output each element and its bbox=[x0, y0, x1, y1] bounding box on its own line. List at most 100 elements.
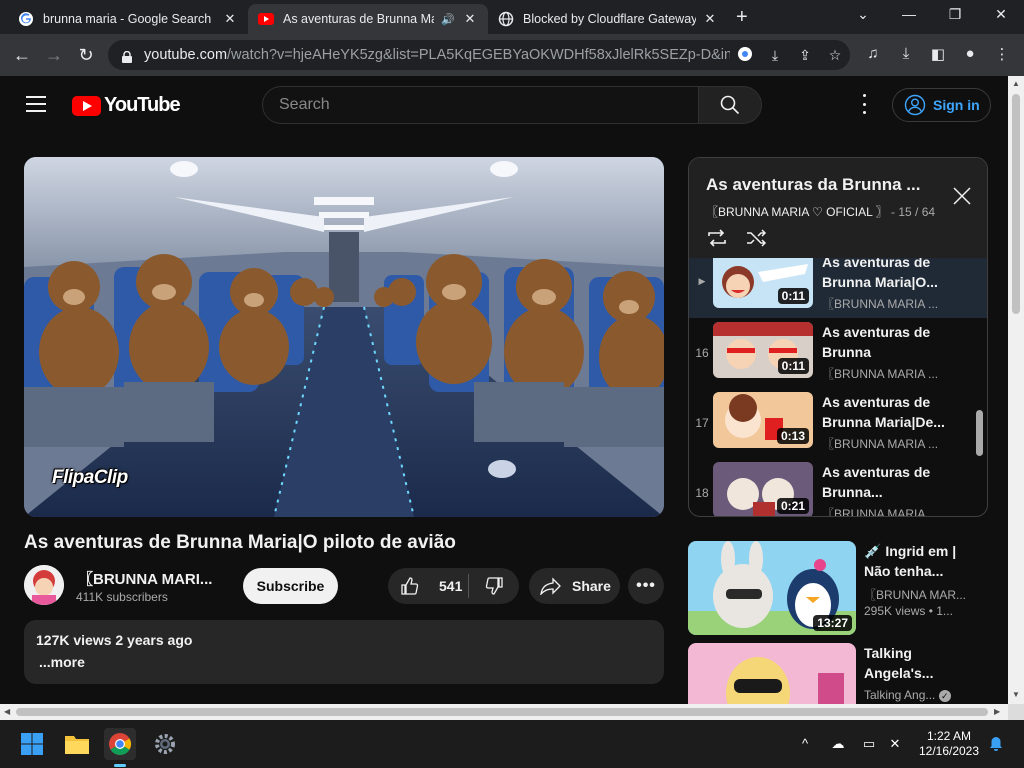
show-hidden-icons-chevron[interactable]: ^ bbox=[796, 736, 814, 754]
url-host: youtube.com bbox=[144, 47, 228, 63]
playlist-position: - 15 / 64 bbox=[891, 205, 936, 219]
forward-icon[interactable]: → bbox=[38, 45, 70, 66]
share-button[interactable]: Share bbox=[529, 568, 620, 604]
playlist-item-number: 17 bbox=[695, 416, 709, 430]
tab-title: As aventuras de Brunna Mari bbox=[283, 12, 434, 26]
share-arrow-icon bbox=[540, 577, 561, 595]
globe-icon bbox=[498, 11, 514, 27]
video-player[interactable]: FlipaClip bbox=[24, 157, 664, 517]
lock-icon bbox=[122, 50, 132, 63]
restore-icon[interactable]: ❐ bbox=[932, 0, 978, 30]
scroll-up-arrow-icon[interactable]: ▲ bbox=[1012, 79, 1020, 88]
close-window-icon[interactable]: ✕ bbox=[978, 0, 1024, 30]
reload-icon[interactable]: ↻ bbox=[70, 45, 102, 66]
file-explorer-icon[interactable] bbox=[61, 728, 93, 760]
close-tab-icon[interactable]: ✕ bbox=[702, 11, 718, 27]
video-thumbnail: 0:11 bbox=[713, 258, 813, 308]
page-horizontal-scrollbar[interactable]: ◀ ▶ bbox=[0, 704, 1008, 720]
playlist-panel: As aventuras da Brunna ... 〖BRUNNA MARIA… bbox=[688, 157, 988, 517]
install-app-icon[interactable]: ⤓ bbox=[760, 47, 790, 64]
google-lens-icon[interactable] bbox=[730, 46, 760, 65]
tab-search-icon[interactable]: ⌄ bbox=[840, 0, 886, 30]
search-button[interactable] bbox=[698, 86, 762, 124]
subscribe-button[interactable]: Subscribe bbox=[243, 568, 338, 604]
views-and-date: 127K views 2 years ago bbox=[36, 632, 193, 648]
settings-gear-icon[interactable] bbox=[149, 728, 181, 760]
menu-icon[interactable] bbox=[26, 96, 46, 112]
search-icon bbox=[720, 95, 740, 115]
playlist-scrollbar[interactable] bbox=[976, 410, 983, 456]
recommended-video[interactable]: 13:27 💉 Ingrid em | Não tenha... 〖BRUNNA… bbox=[688, 541, 998, 637]
playlist-item-channel: 〖BRUNNA MARIA ... bbox=[822, 507, 939, 517]
back-icon[interactable]: ← bbox=[6, 45, 38, 66]
media-control-icon[interactable]: ♫ bbox=[859, 45, 887, 62]
recommended-video[interactable]: Talking Angela's... Talking Ang... ✓ bbox=[688, 643, 998, 704]
verified-icon: ✓ bbox=[938, 690, 951, 702]
cloud-offline-icon[interactable]: ☁ bbox=[829, 736, 847, 754]
settings-more-icon[interactable] bbox=[858, 94, 870, 114]
playlist-item[interactable]: 16 0:11 As aventuras de Brunna Maria|Bri… bbox=[689, 318, 987, 388]
vertical-scroll-thumb[interactable] bbox=[1012, 94, 1020, 314]
system-clock[interactable]: 1:22 AM 12/16/2023 bbox=[914, 729, 984, 759]
now-playing-icon: ▶ bbox=[698, 276, 706, 286]
page-vertical-scrollbar[interactable]: ▲ ▼ bbox=[1008, 76, 1024, 704]
sign-in-label: Sign in bbox=[933, 97, 980, 113]
scroll-down-arrow-icon[interactable]: ▼ bbox=[1012, 690, 1020, 699]
sign-in-button[interactable]: Sign in bbox=[892, 88, 991, 122]
profile-icon[interactable]: ● bbox=[956, 45, 984, 62]
share-page-icon[interactable]: ⇪ bbox=[790, 47, 820, 64]
close-playlist-icon[interactable] bbox=[951, 185, 973, 207]
speaker-icon[interactable]: 🔊 bbox=[440, 13, 456, 26]
channel-name[interactable]: 〖BRUNNA MARI... bbox=[78, 568, 218, 589]
new-tab-icon[interactable]: + bbox=[736, 6, 748, 29]
playlist-items: ▶ 0:11 As aventuras de Brunna Maria|O...… bbox=[689, 258, 987, 517]
playlist-channel[interactable]: 〖BRUNNA MARIA ♡ OFICIAL 〗 bbox=[706, 205, 888, 219]
scroll-right-arrow-icon[interactable]: ▶ bbox=[994, 707, 1000, 716]
bookmark-star-icon[interactable]: ☆ bbox=[820, 47, 850, 64]
notification-bell-icon[interactable] bbox=[987, 736, 1005, 754]
chrome-taskbar-icon[interactable] bbox=[104, 728, 136, 760]
downloads-icon[interactable]: ⤓ bbox=[892, 45, 920, 62]
description-box[interactable]: 127K views 2 years ago ...more bbox=[24, 620, 664, 684]
network-icon[interactable]: ▭ bbox=[860, 736, 878, 754]
playlist-item-number: 18 bbox=[695, 486, 709, 500]
channel-avatar[interactable] bbox=[24, 565, 64, 605]
video-thumbnail: 13:27 bbox=[688, 541, 856, 635]
search-input[interactable]: Search bbox=[262, 86, 698, 124]
flipaclip-watermark: FlipaClip bbox=[52, 467, 128, 488]
close-tab-icon[interactable]: ✕ bbox=[222, 11, 238, 27]
playlist-item-title: As aventuras de Brunna Maria|Briga... bbox=[822, 324, 931, 360]
tab-youtube[interactable]: As aventuras de Brunna Mari 🔊 ✕ bbox=[248, 4, 488, 34]
close-tab-icon[interactable]: ✕ bbox=[462, 11, 478, 27]
playlist-item-title: As aventuras de Brunna Maria|De... bbox=[822, 394, 945, 430]
thumbs-down-icon bbox=[485, 577, 503, 595]
playlist-item[interactable]: 18 0:21 As aventuras de Brunna... 〖BRUNN… bbox=[689, 458, 987, 517]
address-bar[interactable]: youtube.com/watch?v=hjeAHeYK5zg&list=PLA… bbox=[108, 40, 850, 70]
duration-badge: 0:21 bbox=[776, 498, 809, 514]
loop-playlist-icon[interactable] bbox=[705, 228, 729, 248]
playlist-title[interactable]: As aventuras da Brunna ... bbox=[706, 175, 934, 195]
subscriber-count: 411K subscribers bbox=[76, 590, 168, 604]
side-panel-icon[interactable]: ◧ bbox=[924, 45, 952, 63]
playlist-item[interactable]: 17 0:13 As aventuras de Brunna Maria|De.… bbox=[689, 388, 987, 458]
google-icon bbox=[18, 11, 34, 27]
scroll-left-arrow-icon[interactable]: ◀ bbox=[4, 707, 10, 716]
minimize-icon[interactable]: — bbox=[886, 0, 932, 30]
more-actions-button[interactable]: ••• bbox=[628, 568, 664, 604]
youtube-logo[interactable]: YouTube bbox=[72, 94, 181, 117]
like-button[interactable]: 541 bbox=[388, 568, 468, 604]
playlist-item-current[interactable]: ▶ 0:11 As aventuras de Brunna Maria|O...… bbox=[689, 258, 987, 318]
duration-badge: 0:11 bbox=[777, 288, 809, 304]
volume-muted-icon[interactable]: ✕ bbox=[886, 736, 904, 754]
horizontal-scroll-thumb[interactable] bbox=[16, 708, 988, 716]
share-label: Share bbox=[572, 578, 611, 594]
video-thumbnail bbox=[688, 643, 856, 704]
show-more-link[interactable]: ...more bbox=[39, 654, 652, 670]
chrome-menu-icon[interactable]: ⋮ bbox=[988, 45, 1016, 63]
tab-google-search[interactable]: brunna maria - Google Search ✕ bbox=[8, 4, 248, 34]
dislike-button[interactable] bbox=[469, 568, 519, 604]
tab-cloudflare[interactable]: Blocked by Cloudflare Gateway ✕ bbox=[488, 4, 728, 34]
url-text: youtube.com/watch?v=hjeAHeYK5zg&list=PLA… bbox=[144, 47, 730, 63]
shuffle-playlist-icon[interactable] bbox=[745, 228, 769, 248]
windows-start-icon[interactable] bbox=[16, 728, 48, 760]
